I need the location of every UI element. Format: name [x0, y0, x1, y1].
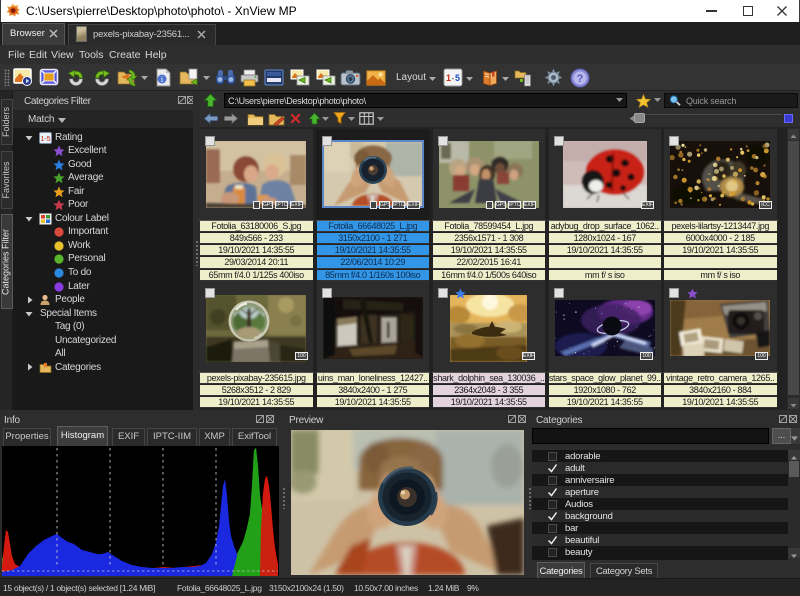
svg-text:1: 1	[446, 73, 451, 83]
svg-text:1-5: 1-5	[40, 136, 50, 143]
svg-text:?: ?	[577, 73, 584, 85]
svg-text:5: 5	[455, 73, 460, 83]
